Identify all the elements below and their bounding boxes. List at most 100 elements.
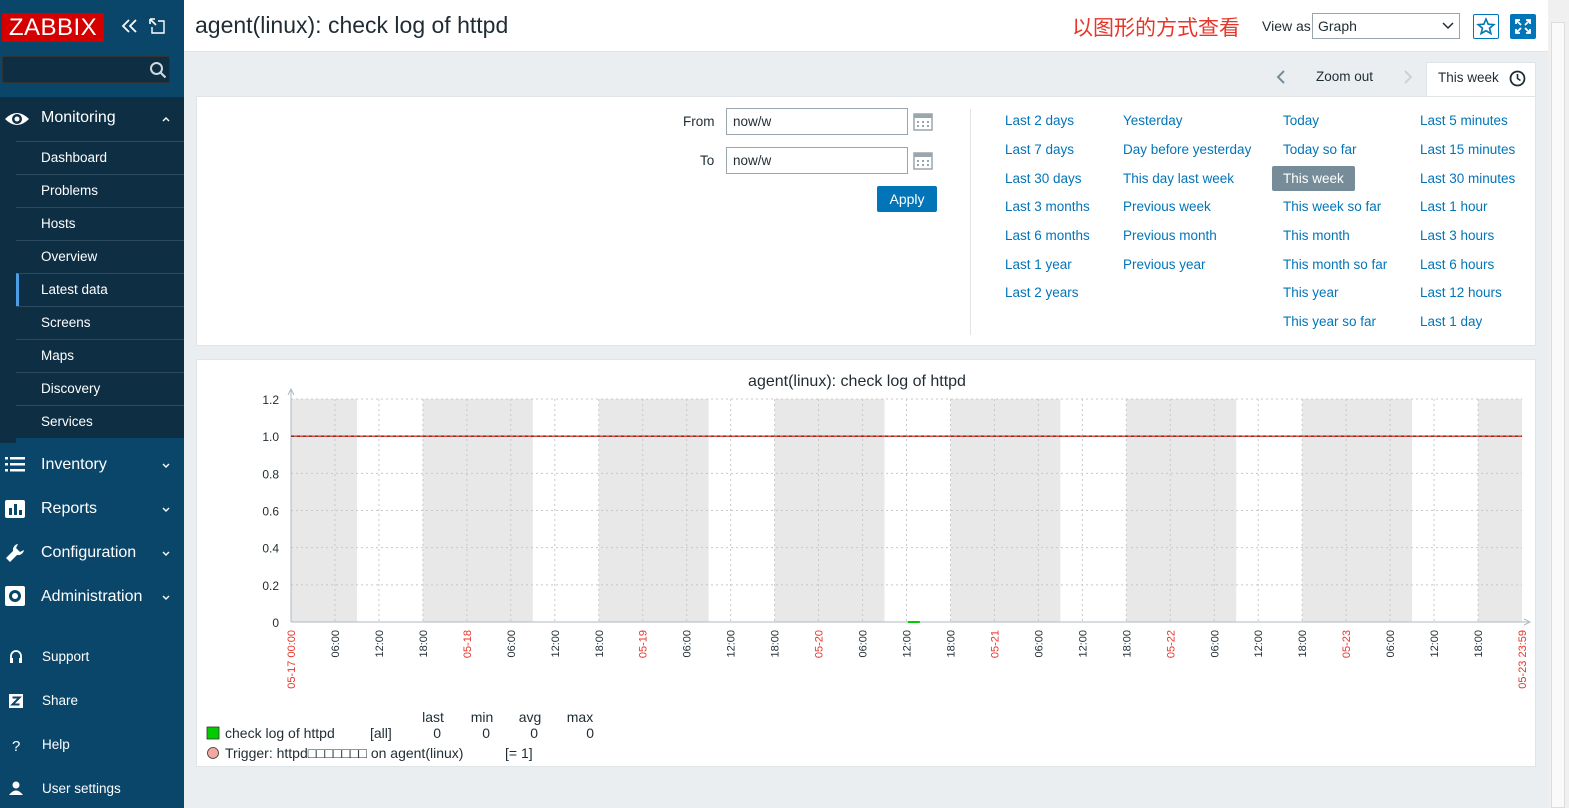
page-header: agent(linux): check log of httpd 以图形的方式查… bbox=[184, 0, 1548, 52]
sidebar-item-hosts[interactable]: Hosts bbox=[16, 207, 184, 240]
chart-title: agent(linux): check log of httpd bbox=[748, 373, 966, 390]
sidebar-item-latest-data[interactable]: Latest data bbox=[16, 273, 184, 306]
quick-range-link[interactable]: Yesterday bbox=[1123, 113, 1183, 128]
quick-range-link[interactable]: Last 1 hour bbox=[1420, 199, 1488, 214]
quick-range-link[interactable]: Last 12 hours bbox=[1420, 285, 1502, 300]
calendar-icon[interactable] bbox=[913, 112, 933, 132]
quick-range-link[interactable]: Last 1 year bbox=[1005, 257, 1072, 272]
sidebar-item-problems[interactable]: Problems bbox=[16, 174, 184, 207]
time-period-tab[interactable]: This week bbox=[1426, 62, 1536, 96]
logo-row: ZABBIX bbox=[0, 0, 184, 52]
sidebar-item-services[interactable]: Services bbox=[16, 405, 184, 438]
quick-range-link[interactable]: Previous year bbox=[1123, 257, 1206, 272]
x-tick-label: 06:00 bbox=[506, 630, 518, 658]
view-as-select[interactable]: Graph bbox=[1312, 13, 1460, 39]
legend-header-avg: avg bbox=[519, 709, 542, 725]
fullscreen-icon bbox=[1515, 19, 1531, 34]
quick-range-link[interactable]: This month so far bbox=[1283, 257, 1387, 272]
nav-reports[interactable]: Reports bbox=[0, 487, 184, 531]
y-tick-label: 0.8 bbox=[262, 467, 279, 481]
x-tick-label: 05-20 bbox=[814, 630, 826, 658]
off-hours-band bbox=[1478, 399, 1522, 622]
quick-range-link[interactable]: Last 3 months bbox=[1005, 199, 1090, 214]
chevron-right-icon[interactable] bbox=[1401, 69, 1415, 85]
calendar-icon[interactable] bbox=[913, 151, 933, 171]
kiosk-mode-icon[interactable] bbox=[148, 17, 166, 35]
search-icon[interactable] bbox=[149, 61, 167, 79]
quick-range-link[interactable]: Today bbox=[1283, 113, 1319, 128]
chevron-left-icon[interactable] bbox=[1274, 69, 1288, 85]
graph-svg[interactable]: agent(linux): check log of httpd 1.2 1.0 0… bbox=[197, 360, 1537, 768]
quick-range-link[interactable]: Last 6 months bbox=[1005, 228, 1090, 243]
nav-share-label: Share bbox=[42, 693, 79, 708]
quick-range-link[interactable]: Today so far bbox=[1283, 142, 1357, 157]
submenu-indent bbox=[0, 141, 16, 443]
page-title: agent(linux): check log of httpd bbox=[195, 12, 509, 38]
quick-range-link[interactable]: This week so far bbox=[1283, 199, 1381, 214]
page-scrollbar[interactable] bbox=[1548, 0, 1569, 808]
y-tick-label: 0.4 bbox=[262, 542, 279, 556]
zoom-out-button[interactable]: Zoom out bbox=[1316, 69, 1373, 84]
nav-user-settings-label: User settings bbox=[42, 781, 121, 796]
x-tick-label: 06:00 bbox=[682, 630, 694, 658]
nav-user-settings[interactable]: User settings bbox=[0, 769, 184, 808]
quick-range-link[interactable]: Last 30 days bbox=[1005, 171, 1082, 186]
nav-administration-label: Administration bbox=[41, 588, 143, 605]
view-as-value: Graph bbox=[1318, 18, 1357, 34]
scrollbar-thumb[interactable] bbox=[1551, 22, 1565, 808]
to-input[interactable]: now/w bbox=[726, 147, 908, 174]
sidebar-item-dashboard[interactable]: Dashboard bbox=[16, 141, 184, 174]
quick-range-link[interactable]: Last 3 hours bbox=[1420, 228, 1494, 243]
nav-monitoring[interactable]: Monitoring bbox=[0, 97, 184, 141]
x-tick-label: 05-22 bbox=[1165, 630, 1177, 658]
from-input[interactable]: now/w bbox=[726, 108, 908, 135]
quick-range-link[interactable]: Previous week bbox=[1123, 199, 1211, 214]
quick-range-link[interactable]: Last 7 days bbox=[1005, 142, 1074, 157]
quick-range-link[interactable]: This year so far bbox=[1283, 314, 1376, 329]
sidebar-item-discovery[interactable]: Discovery bbox=[16, 372, 184, 405]
time-period-tab-label: This week bbox=[1438, 70, 1499, 85]
eye-icon bbox=[5, 113, 29, 125]
quick-range-link[interactable]: This day last week bbox=[1123, 171, 1234, 186]
quick-range-link[interactable]: Last 1 day bbox=[1420, 314, 1482, 329]
quick-range-link[interactable]: Last 2 years bbox=[1005, 285, 1079, 300]
time-filter-panel: From now/w To now/w Apply Last 2 days La… bbox=[196, 96, 1536, 346]
quick-range-link[interactable]: Last 2 days bbox=[1005, 113, 1074, 128]
sidebar-search-input[interactable] bbox=[2, 56, 170, 83]
x-tick-label: 18:00 bbox=[1121, 630, 1133, 658]
nav-support[interactable]: Support bbox=[0, 637, 184, 677]
quick-range-link[interactable]: Day before yesterday bbox=[1123, 142, 1251, 157]
nav-inventory[interactable]: Inventory bbox=[0, 443, 184, 487]
apply-button[interactable]: Apply bbox=[877, 186, 937, 212]
quick-range-link[interactable]: This year bbox=[1283, 285, 1339, 300]
fullscreen-button[interactable] bbox=[1510, 14, 1536, 39]
y-tick-label: 1.0 bbox=[262, 430, 279, 444]
legend-trigger-dot bbox=[207, 747, 219, 759]
sidebar-item-screens[interactable]: Screens bbox=[16, 306, 184, 339]
add-to-favorites-button[interactable] bbox=[1473, 14, 1499, 39]
x-tick-label: 05-21 bbox=[989, 630, 1001, 658]
sidebar: ZABBIX Monitoring Dashboard Problems Hos… bbox=[0, 0, 184, 808]
nav-help[interactable]: ? Help bbox=[0, 725, 184, 765]
quick-range-link[interactable]: Previous month bbox=[1123, 228, 1217, 243]
list-icon bbox=[5, 457, 25, 472]
collapse-sidebar-icon[interactable] bbox=[120, 16, 140, 36]
x-tick-label: 06:00 bbox=[858, 630, 870, 658]
quick-range-link[interactable]: Last 30 minutes bbox=[1420, 171, 1515, 186]
zabbix-logo[interactable]: ZABBIX bbox=[2, 13, 104, 42]
quick-range-link[interactable]: Last 6 hours bbox=[1420, 257, 1494, 272]
sidebar-item-maps[interactable]: Maps bbox=[16, 339, 184, 372]
quick-range-link[interactable]: This month bbox=[1283, 228, 1350, 243]
y-tick-label: 0.6 bbox=[262, 505, 279, 519]
share-z-icon bbox=[9, 694, 23, 708]
sidebar-item-overview[interactable]: Overview bbox=[16, 240, 184, 273]
quick-range-link-selected[interactable]: This week bbox=[1272, 166, 1355, 191]
nav-configuration[interactable]: Configuration bbox=[0, 531, 184, 575]
chevron-down-icon bbox=[162, 551, 170, 556]
nav-administration[interactable]: Administration bbox=[0, 575, 184, 619]
legend-header-last: last bbox=[422, 709, 444, 725]
x-tick-label: 12:00 bbox=[1077, 630, 1089, 658]
nav-share[interactable]: Share bbox=[0, 681, 184, 721]
quick-range-link[interactable]: Last 5 minutes bbox=[1420, 113, 1508, 128]
quick-range-link[interactable]: Last 15 minutes bbox=[1420, 142, 1515, 157]
